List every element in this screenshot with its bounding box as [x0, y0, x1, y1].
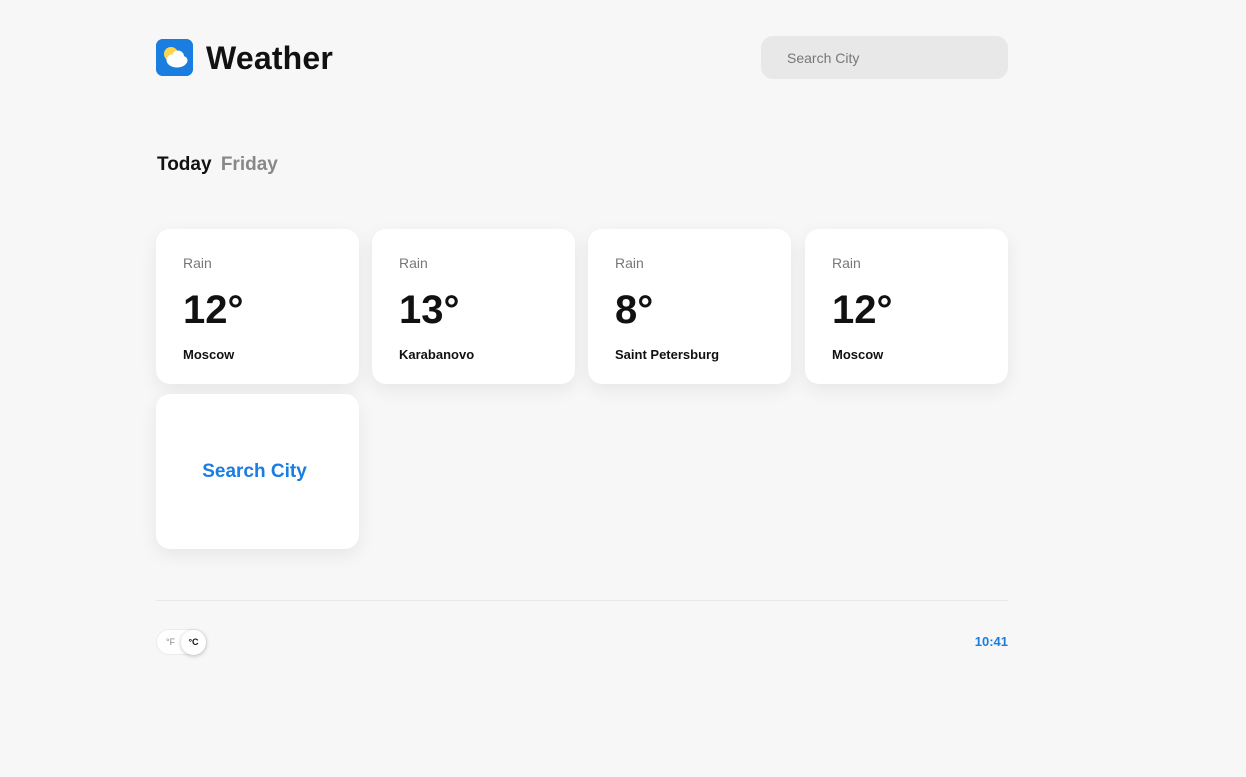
search-city-input[interactable] — [761, 36, 1008, 79]
city-card[interactable]: Rain 13° Karabanovo — [372, 229, 575, 384]
today-label: Today — [157, 154, 212, 175]
temperature-unit-toggle[interactable]: °F °C — [156, 629, 207, 655]
card-temperature: 8° — [615, 288, 654, 332]
footer-divider — [156, 600, 1008, 601]
current-time: 10:41 — [974, 634, 1008, 649]
card-condition: Rain — [615, 255, 644, 271]
card-city-name: Saint Petersburg — [615, 347, 720, 362]
city-card[interactable]: Rain 12° Moscow — [805, 229, 1008, 384]
card-condition: Rain — [399, 255, 428, 271]
card-city-name: Karabanovo — [399, 347, 475, 362]
card-city-name: Moscow — [183, 347, 235, 362]
card-temperature: 12° — [832, 288, 893, 332]
weather-cloud-sun-icon — [156, 39, 193, 76]
city-card[interactable]: Rain 8° Saint Petersburg — [588, 229, 791, 384]
card-condition: Rain — [832, 255, 861, 271]
card-city-name: Moscow — [832, 347, 884, 362]
card-condition: Rain — [183, 255, 212, 271]
header: Weather — [156, 36, 1008, 79]
weather-app: Weather Today Friday Rain 12° Moscow Rai… — [0, 0, 1246, 777]
city-card[interactable]: Rain 12° Moscow — [156, 229, 359, 384]
unit-celsius-label: °C — [188, 637, 199, 647]
day-heading: Today Friday — [157, 153, 278, 177]
unit-toggle-knob[interactable]: °C — [181, 630, 206, 655]
card-temperature: 13° — [399, 288, 460, 332]
weekday-label: Friday — [220, 154, 278, 175]
card-temperature: 12° — [183, 288, 244, 332]
app-title: Weather — [206, 40, 334, 76]
unit-fahrenheit-label: °F — [166, 637, 176, 647]
search-city-card-label: Search City — [202, 460, 307, 482]
search-city-card-button[interactable]: Search City — [156, 394, 359, 549]
